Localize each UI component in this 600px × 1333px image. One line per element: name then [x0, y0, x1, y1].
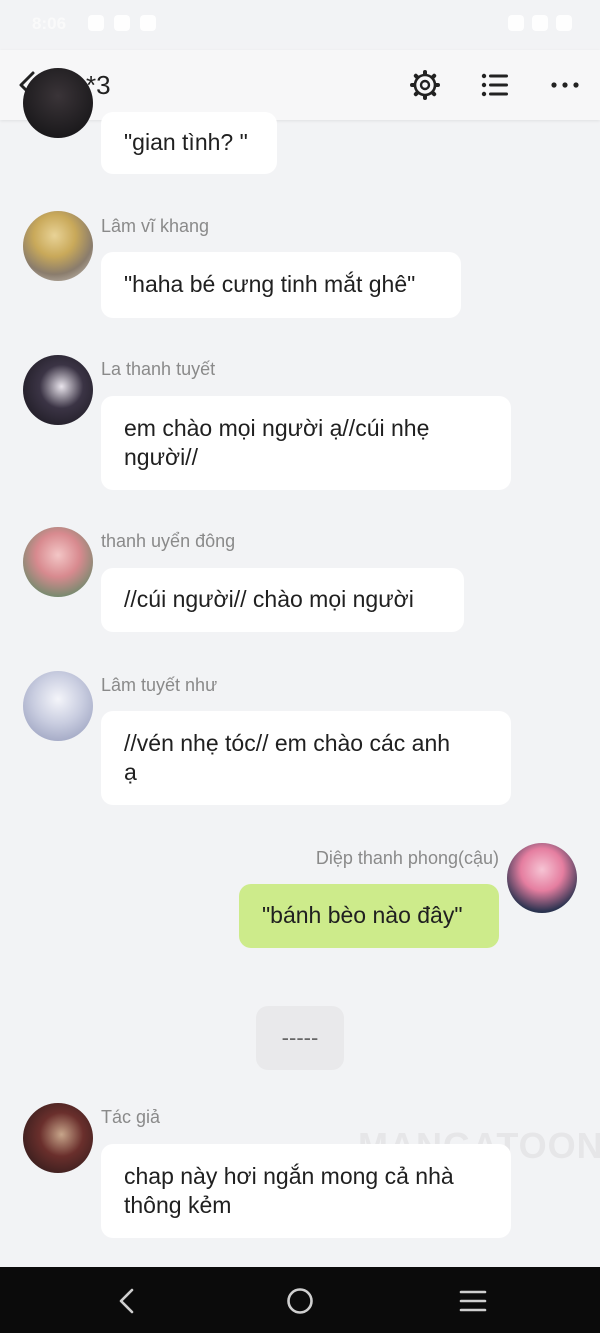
sender-name: Tác giả	[101, 1107, 161, 1127]
own-message-bubble: "bánh bèo nào đây"	[239, 884, 499, 948]
status-time: 8:06	[32, 14, 67, 33]
sender-name: La thanh tuyết	[101, 359, 216, 379]
message-bubble: "haha bé cưng tinh mắt ghê"	[101, 252, 461, 318]
sender-name: Lâm tuyết như	[101, 675, 218, 695]
list-icon[interactable]	[479, 69, 511, 101]
message-bubble: //vén nhẹ tóc// em chào các anh ạ	[101, 711, 511, 805]
notification-icons	[88, 15, 156, 31]
message-text: "gian tình? "	[124, 129, 248, 155]
system-status-icons	[508, 15, 572, 31]
message-text: em chào mọi người ạ//cúi nhẹ	[124, 415, 430, 441]
sender-name: Diệp thanh phong(cậu)	[315, 848, 499, 868]
status-bar: 8:06	[0, 0, 600, 50]
gear-icon[interactable]	[409, 69, 441, 101]
message-text: ạ	[124, 759, 137, 785]
message-text: người//	[124, 444, 198, 470]
nav-recents-icon[interactable]	[457, 1285, 489, 1317]
avatar[interactable]	[23, 211, 93, 281]
message-bubble: chap này hơi ngắn mong cả nhà thông kẻm	[101, 1144, 511, 1238]
avatar[interactable]	[23, 1103, 93, 1173]
divider-chip: -----	[256, 1006, 344, 1070]
message-text: //cúi người// chào mọi người	[124, 586, 414, 612]
nav-home-icon[interactable]	[284, 1285, 316, 1317]
more-dots-icon[interactable]	[549, 69, 581, 101]
message-bubble: "gian tình? "	[101, 112, 277, 174]
message-bubble: //cúi người// chào mọi người	[101, 568, 464, 632]
avatar[interactable]	[23, 68, 93, 138]
message-text: //vén nhẹ tóc// em chào các anh	[124, 730, 451, 756]
message-text: "bánh bèo nào đây"	[262, 902, 463, 928]
message-text: thông kẻm	[124, 1192, 232, 1218]
avatar[interactable]	[507, 843, 577, 913]
sender-name: Lâm vĩ khang	[101, 216, 210, 236]
message-text: chap này hơi ngắn mong cả nhà	[124, 1163, 454, 1189]
avatar[interactable]	[23, 355, 93, 425]
message-text: "haha bé cưng tinh mắt ghê"	[124, 271, 416, 297]
sender-name: thanh uyển đông	[101, 531, 236, 551]
nav-back-icon[interactable]	[111, 1285, 143, 1317]
message-bubble: em chào mọi người ạ//cúi nhẹ người//	[101, 396, 511, 490]
avatar[interactable]	[23, 527, 93, 597]
avatar[interactable]	[23, 671, 93, 741]
system-nav-bar	[0, 1267, 600, 1333]
